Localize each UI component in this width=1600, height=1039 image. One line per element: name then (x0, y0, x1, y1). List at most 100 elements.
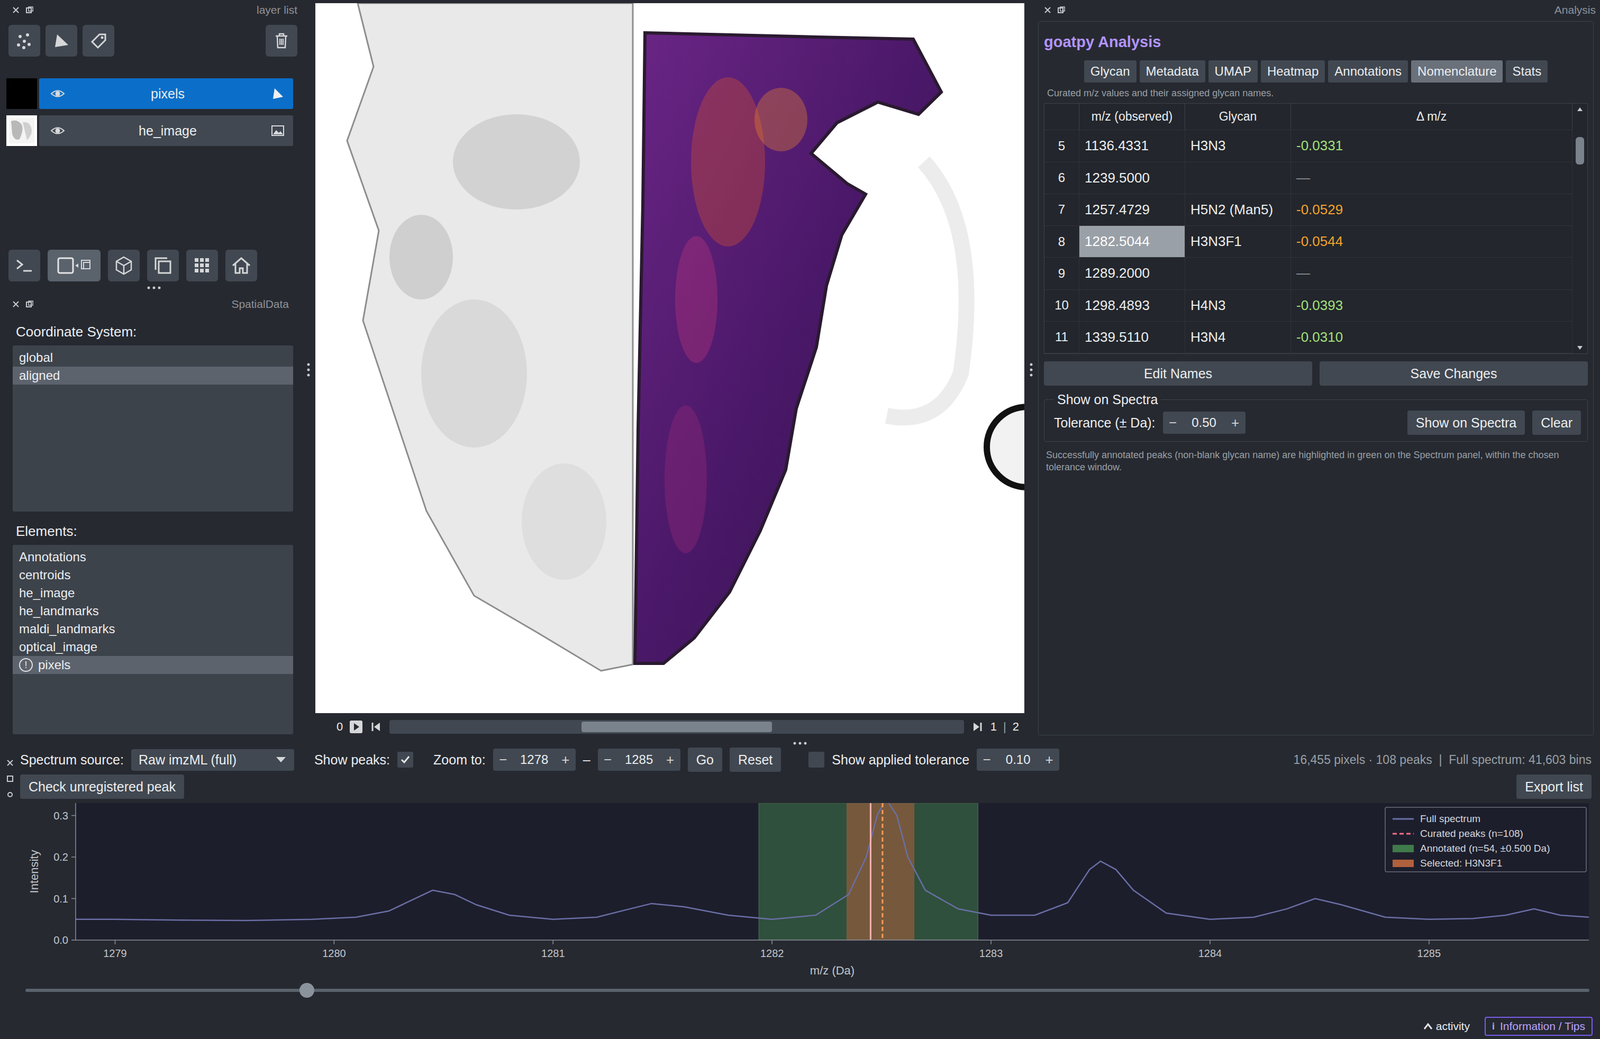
step-back-button[interactable] (369, 720, 384, 734)
table-row[interactable]: 6 1239.5000 — (1044, 162, 1573, 195)
export-list-button[interactable]: Export list (1516, 774, 1592, 799)
eye-icon[interactable] (49, 122, 66, 139)
tolerance-spinbox[interactable]: − 0.50 + (1162, 411, 1246, 434)
scroll-thumb[interactable] (1575, 137, 1585, 165)
decrement-button[interactable]: − (1162, 414, 1184, 432)
close-icon[interactable] (5, 758, 15, 768)
zoom-to-spinbox[interactable]: − 1285 + (597, 748, 681, 771)
decrement-button[interactable]: − (493, 751, 514, 769)
table-row[interactable]: 11 1339.5110 H3N4 -0.0310 (1044, 321, 1573, 354)
action-button[interactable]: Save Changes (1319, 361, 1588, 386)
element-item[interactable]: maldi_landmarks (12, 620, 294, 639)
new-shapes-button[interactable] (45, 24, 78, 57)
float-icon[interactable] (1057, 5, 1066, 15)
delete-layer-button[interactable] (265, 24, 298, 57)
show-tolerance-checkbox[interactable] (808, 751, 825, 768)
spin-value[interactable]: 1278 (513, 752, 556, 768)
close-icon[interactable] (11, 300, 21, 309)
decrement-button[interactable]: − (597, 751, 618, 769)
float-icon[interactable] (5, 774, 15, 784)
column-header[interactable] (1044, 103, 1080, 130)
source-dropdown[interactable]: Raw imzML (full) (131, 749, 295, 771)
show-peaks-checkbox[interactable] (397, 751, 414, 768)
mz-cell[interactable]: 1136.4331 (1079, 130, 1186, 162)
glycan-cell[interactable]: H3N3 (1185, 130, 1292, 162)
spin-value[interactable]: 1285 (617, 752, 661, 768)
table-scrollbar[interactable] (1572, 103, 1588, 354)
element-item[interactable]: Annotations (12, 548, 294, 567)
image-canvas[interactable] (315, 3, 1025, 714)
scroll-thumb[interactable] (299, 983, 315, 998)
slider-track[interactable] (389, 720, 965, 734)
zoom-from-spinbox[interactable]: − 1278 + (493, 748, 576, 771)
go-button[interactable]: Go (687, 747, 723, 772)
mz-cell[interactable]: 1289.2000 (1079, 257, 1186, 289)
mz-cell[interactable]: 1239.5000 (1079, 162, 1186, 194)
ndisplay-button[interactable] (47, 249, 101, 282)
glycan-cell[interactable] (1185, 257, 1292, 289)
table-row[interactable]: 10 1298.4893 H4N3 -0.0393 (1044, 289, 1573, 322)
tab[interactable]: Glycan (1084, 60, 1137, 83)
tab[interactable]: Nomenclature (1411, 60, 1503, 83)
home-button[interactable] (225, 249, 258, 282)
increment-button[interactable]: + (1225, 414, 1246, 432)
element-item[interactable]: he_landmarks (12, 602, 294, 621)
glycan-cell[interactable]: H4N3 (1185, 289, 1292, 322)
scroll-down-icon[interactable] (1576, 344, 1584, 352)
decrement-button[interactable]: − (976, 751, 997, 769)
chart-scrollbar[interactable] (25, 979, 1590, 1002)
resize-handle[interactable] (0, 739, 1600, 748)
tab[interactable]: Metadata (1139, 60, 1206, 83)
glycan-cell[interactable]: H3N4 (1185, 321, 1292, 353)
mz-cell[interactable]: 1339.5110 (1079, 321, 1186, 353)
activity-button[interactable]: activity (1423, 1020, 1470, 1033)
tab[interactable]: UMAP (1208, 60, 1258, 83)
action-button[interactable]: Edit Names (1043, 361, 1313, 386)
new-points-button[interactable] (8, 24, 41, 57)
roll-button[interactable] (107, 249, 140, 282)
check-unregistered-button[interactable]: Check unregistered peak (20, 774, 185, 799)
mz-cell[interactable]: 1282.5044 (1079, 225, 1186, 258)
mz-cell[interactable]: 1298.4893 (1079, 289, 1186, 322)
glycan-cell[interactable]: H3N3F1 (1185, 225, 1292, 258)
mz-cell[interactable]: 1257.4729 (1079, 194, 1186, 226)
close-icon[interactable] (11, 5, 21, 15)
scroll-up-icon[interactable] (1576, 105, 1584, 113)
column-header[interactable]: Δ m/z (1291, 103, 1573, 130)
layer-row[interactable]: he_image (6, 115, 294, 147)
spin-value[interactable]: 0.10 (996, 752, 1040, 768)
tab[interactable]: Heatmap (1260, 60, 1325, 83)
pin-icon[interactable] (5, 790, 15, 799)
tab[interactable]: Annotations (1328, 60, 1408, 83)
resize-handle[interactable] (1024, 0, 1039, 740)
reset-button[interactable]: Reset (729, 747, 781, 772)
table-row[interactable]: 7 1257.4729 H5N2 (Man5) -0.0529 (1044, 194, 1573, 226)
tab[interactable]: Stats (1505, 60, 1548, 83)
applied-tolerance-spinbox[interactable]: − 0.10 + (976, 748, 1060, 771)
layer-row[interactable]: pixels (6, 78, 294, 109)
increment-button[interactable]: + (660, 751, 681, 769)
table-row[interactable]: 9 1289.2000 — (1044, 257, 1573, 290)
increment-button[interactable]: + (1039, 751, 1060, 769)
info-tips-button[interactable]: i Information / Tips (1484, 1016, 1593, 1036)
spectra-button[interactable]: Show on Spectra (1407, 410, 1525, 435)
resize-handle[interactable] (301, 0, 316, 740)
element-item[interactable]: ! pixels (12, 656, 294, 675)
float-icon[interactable] (25, 5, 34, 15)
increment-button[interactable]: + (555, 751, 576, 769)
step-forward-button[interactable] (970, 720, 985, 734)
new-labels-button[interactable] (82, 24, 115, 57)
float-icon[interactable] (25, 300, 34, 309)
console-button[interactable] (8, 249, 41, 282)
spectrum-chart[interactable]: 0.00.10.20.31279128012811282128312841285… (20, 803, 1595, 978)
table-row[interactable]: 5 1136.4331 H3N3 -0.0331 (1044, 130, 1573, 162)
spectra-button[interactable]: Clear (1532, 410, 1581, 435)
slider-thumb[interactable] (581, 721, 772, 733)
transpose-button[interactable] (147, 249, 179, 282)
coordinate-system-item[interactable]: aligned (12, 366, 294, 385)
element-item[interactable]: centroids (12, 566, 294, 585)
table-row[interactable]: 8 1282.5044 H3N3F1 -0.0544 (1044, 225, 1573, 258)
column-header[interactable]: m/z (observed) (1079, 103, 1186, 130)
grid-button[interactable] (186, 249, 218, 282)
element-item[interactable]: optical_image (12, 638, 294, 657)
